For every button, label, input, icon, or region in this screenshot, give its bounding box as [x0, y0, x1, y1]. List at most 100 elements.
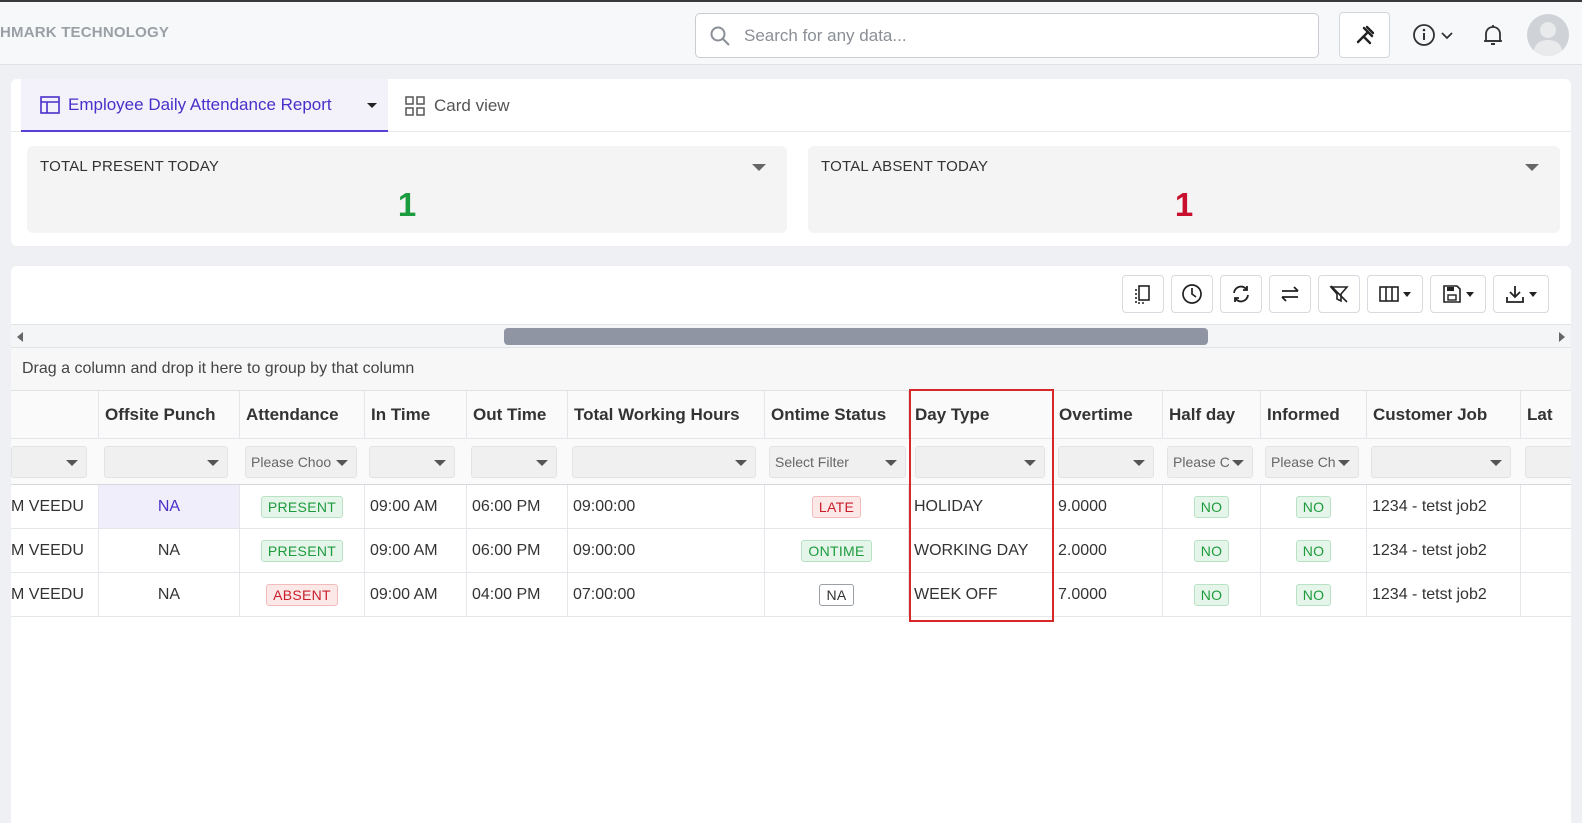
cell-offsite-punch[interactable]: NA — [99, 529, 240, 572]
column-header-in-time[interactable]: In Time — [365, 391, 467, 438]
caret-down-icon[interactable] — [752, 164, 766, 171]
cell-offsite-punch[interactable]: NA — [99, 573, 240, 616]
filter-select[interactable] — [1371, 446, 1511, 478]
refresh-button[interactable] — [1220, 275, 1262, 313]
notifications-button[interactable] — [1477, 12, 1509, 58]
tab-card-view[interactable]: Card view — [395, 79, 510, 132]
column-header-overtime[interactable]: Overtime — [1053, 391, 1163, 438]
day-type-highlight-box — [909, 389, 1054, 622]
column-header-informed[interactable]: Informed — [1261, 391, 1367, 438]
filter-select[interactable] — [1525, 446, 1571, 478]
status-badge: NO — [1295, 583, 1332, 606]
cell-customer-job: 1234 - tetst job2 — [1367, 485, 1521, 528]
save-menu-button[interactable] — [1430, 275, 1486, 313]
refresh-icon — [1233, 285, 1249, 303]
attendance-grid-card: Drag a column and drop it here to group … — [11, 266, 1571, 823]
cell-lat — [1521, 573, 1571, 616]
column-header-total-working-hours[interactable]: Total Working Hours — [568, 391, 765, 438]
status-badge: NO — [1193, 539, 1230, 562]
chevron-down-icon — [1441, 32, 1453, 40]
filter-select-informed[interactable]: Please Ch — [1265, 446, 1359, 478]
caret-down-icon — [207, 460, 219, 466]
cell-half-day: NO — [1163, 529, 1261, 572]
info-icon — [1413, 24, 1435, 46]
column-header-half-day[interactable]: Half day — [1163, 391, 1261, 438]
column-header-out-time[interactable]: Out Time — [467, 391, 568, 438]
caret-down-icon — [885, 460, 897, 466]
group-by-panel[interactable]: Drag a column and drop it here to group … — [11, 348, 1571, 391]
cell-overtime: 7.0000 — [1053, 573, 1163, 616]
cell-informed: NO — [1261, 485, 1367, 528]
download-menu-button[interactable] — [1493, 275, 1549, 313]
swap-icon — [1281, 286, 1299, 302]
scroll-left-arrow[interactable] — [17, 332, 23, 342]
filter-select[interactable] — [11, 446, 87, 478]
help-menu-button[interactable] — [1408, 12, 1458, 58]
caret-down-icon — [1232, 460, 1244, 466]
view-tabs: Employee Daily Attendance Report Card vi… — [11, 79, 1571, 132]
table-icon — [40, 95, 60, 114]
column-chooser-button[interactable] — [1122, 275, 1164, 313]
cell-lat — [1521, 529, 1571, 572]
status-badge: ABSENT — [266, 583, 338, 606]
cell-ontime-status: NA — [765, 573, 909, 616]
status-badge: NO — [1295, 495, 1332, 518]
cell-offsite-punch[interactable]: NA — [99, 485, 240, 528]
grid-header-row: Offsite Punch Attendance In Time Out Tim… — [11, 391, 1571, 439]
tab-employee-daily-attendance-report[interactable]: Employee Daily Attendance Report — [21, 79, 388, 132]
caret-down-icon — [1338, 460, 1350, 466]
clear-filter-button[interactable] — [1318, 275, 1360, 313]
filter-select[interactable] — [1058, 446, 1154, 478]
cell-out-time: 06:00 PM — [467, 485, 568, 528]
status-badge: PRESENT — [260, 495, 344, 518]
caret-down-icon[interactable] — [1525, 164, 1539, 171]
column-header-customer-job[interactable]: Customer Job — [1367, 391, 1521, 438]
column-chooser-icon — [1135, 285, 1150, 304]
column-header[interactable] — [11, 391, 99, 438]
cell-attendance: PRESENT — [240, 485, 365, 528]
status-badge: NO — [1193, 495, 1230, 518]
column-header-lat[interactable]: Lat — [1521, 391, 1571, 438]
cell-total-working-hours: 07:00:00 — [568, 573, 765, 616]
filter-select[interactable] — [369, 446, 455, 478]
cell-in-time: 09:00 AM — [365, 485, 467, 528]
tools-button[interactable] — [1339, 12, 1390, 58]
history-button[interactable] — [1171, 275, 1213, 313]
table-row[interactable]: M VEEDU NA ABSENT 09:00 AM 04:00 PM 07:0… — [11, 573, 1571, 617]
cell-in-time: 09:00 AM — [365, 529, 467, 572]
cell-ontime-status: ONTIME — [765, 529, 909, 572]
kpi-total-present: TOTAL PRESENT TODAY 1 — [27, 146, 787, 233]
filter-select-ontime-status[interactable]: Select Filter — [769, 446, 906, 478]
caret-down-icon[interactable] — [367, 103, 377, 108]
avatar[interactable] — [1527, 14, 1569, 56]
cell-overtime: 2.0000 — [1053, 529, 1163, 572]
filter-select[interactable] — [471, 446, 557, 478]
filter-select-attendance[interactable]: Please Choo — [245, 446, 357, 478]
filter-select-half-day[interactable]: Please C — [1167, 446, 1253, 478]
cell-informed: NO — [1261, 573, 1367, 616]
cell-total-working-hours: 09:00:00 — [568, 529, 765, 572]
swap-button[interactable] — [1269, 275, 1311, 313]
table-row[interactable]: M VEEDU NA PRESENT 09:00 AM 06:00 PM 09:… — [11, 529, 1571, 573]
caret-down-icon — [434, 460, 446, 466]
scroll-right-arrow[interactable] — [1559, 332, 1565, 342]
scroll-thumb[interactable] — [504, 328, 1208, 345]
status-badge: PRESENT — [260, 539, 344, 562]
search-input[interactable] — [744, 22, 1304, 50]
grid-icon — [405, 95, 425, 116]
filter-select[interactable] — [572, 446, 756, 478]
caret-down-icon — [735, 460, 747, 466]
column-header-attendance[interactable]: Attendance — [240, 391, 365, 438]
filter-select[interactable] — [104, 446, 228, 478]
column-header-offsite-punch[interactable]: Offsite Punch — [99, 391, 240, 438]
search-box[interactable] — [695, 13, 1319, 58]
columns-menu-button[interactable] — [1367, 275, 1423, 313]
cell-lat — [1521, 485, 1571, 528]
cell-informed: NO — [1261, 529, 1367, 572]
tab-label: Employee Daily Attendance Report — [68, 94, 332, 114]
download-icon — [1506, 286, 1524, 303]
kpi-title: TOTAL PRESENT TODAY — [40, 158, 220, 175]
column-header-ontime-status[interactable]: Ontime Status — [765, 391, 909, 438]
table-row[interactable]: M VEEDU NA PRESENT 09:00 AM 06:00 PM 09:… — [11, 485, 1571, 529]
horizontal-scrollbar[interactable] — [11, 324, 1571, 348]
